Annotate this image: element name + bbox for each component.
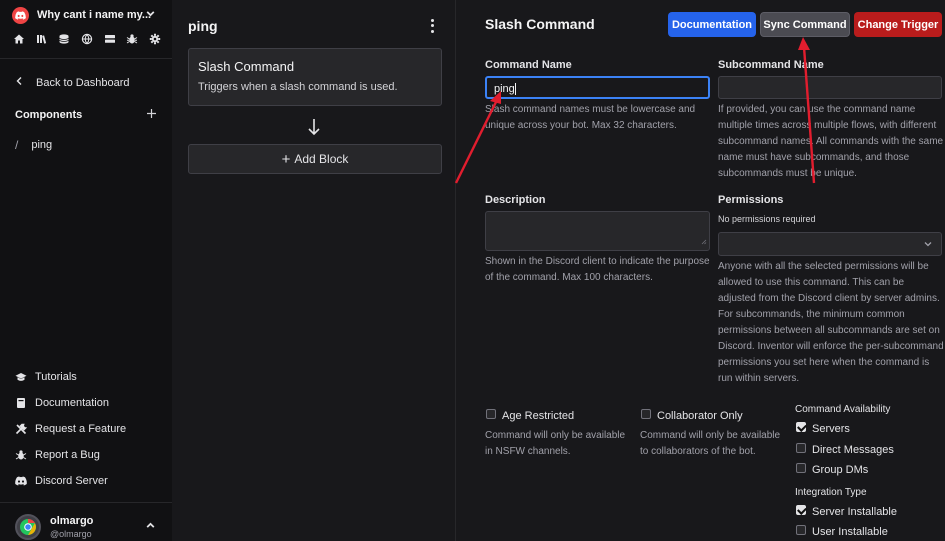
back-to-dashboard-link[interactable]: Back to Dashboard <box>15 76 130 89</box>
chevron-down-icon <box>923 239 933 252</box>
slash-command-icon: / <box>15 138 19 152</box>
globe-icon[interactable] <box>80 32 94 46</box>
report-bug-link[interactable]: Report a Bug <box>15 442 126 468</box>
graduation-cap-icon <box>15 371 27 383</box>
arrow-down-icon <box>307 118 321 139</box>
user-text: olmargo @olmargo <box>50 515 93 539</box>
tutorials-link[interactable]: Tutorials <box>15 364 126 390</box>
server-installable-label: Server Installable <box>812 506 897 518</box>
user-installable-label: User Installable <box>812 526 888 538</box>
subcommand-name-label: Subcommand Name <box>718 59 824 71</box>
page-title: Slash Command <box>485 16 595 32</box>
permissions-select[interactable] <box>718 232 942 256</box>
collaborator-only-checkbox[interactable] <box>641 409 651 419</box>
avatar <box>15 514 41 540</box>
command-availability-label: Command Availability <box>795 404 891 415</box>
subcommand-name-input[interactable] <box>718 76 942 99</box>
database-icon[interactable] <box>57 32 71 46</box>
bug-icon[interactable] <box>125 32 139 46</box>
collaborator-only-label: Collaborator Only <box>657 410 743 422</box>
request-feature-label: Request a Feature <box>35 423 127 435</box>
documentation-link[interactable]: Documentation <box>15 390 126 416</box>
command-name-input[interactable]: ping <box>485 76 710 99</box>
trigger-card[interactable]: Slash Command Triggers when a slash comm… <box>188 48 442 106</box>
discord-server-link[interactable]: Discord Server <box>15 468 126 494</box>
sidebar-bottom-links: Tutorials Documentation Request a Featur… <box>15 364 126 494</box>
server-name: Why cant i name my... <box>37 9 152 21</box>
age-restricted-help: Command will only be available in NSFW c… <box>485 430 626 457</box>
components-header: Components <box>15 108 157 122</box>
description-textarea[interactable] <box>485 211 710 251</box>
trigger-title: Slash Command <box>198 59 295 74</box>
add-component-plus-icon[interactable] <box>146 108 157 122</box>
chevron-left-icon <box>15 76 23 89</box>
chevron-down-icon <box>145 8 156 22</box>
book-icon <box>15 397 27 409</box>
documentation-label: Documentation <box>35 397 109 409</box>
description-help: Shown in the Discord client to indicate … <box>485 256 710 283</box>
group-dms-checkbox[interactable] <box>796 463 806 473</box>
tutorials-label: Tutorials <box>35 371 77 383</box>
age-restricted-label: Age Restricted <box>502 410 575 422</box>
resize-handle-icon[interactable] <box>701 236 707 248</box>
flow-panel: ping Slash Command Triggers when a slash… <box>172 0 456 541</box>
permissions-selected: No permissions required <box>718 214 816 224</box>
gear-icon[interactable] <box>148 32 162 46</box>
trigger-settings: Slash Command Documentation Sync Command… <box>456 0 945 541</box>
discord-server-label: Discord Server <box>35 475 108 487</box>
server-icon[interactable] <box>103 32 117 46</box>
sidebar: Why cant i name my... Back to Dashboard … <box>0 0 172 541</box>
user-divider <box>0 502 172 503</box>
sync-command-button[interactable]: Sync Command <box>760 12 850 37</box>
integration-type-label: Integration Type <box>795 487 867 498</box>
direct-messages-label: Direct Messages <box>812 444 894 456</box>
plus-icon: + <box>281 150 291 168</box>
back-to-dashboard-label: Back to Dashboard <box>36 76 130 89</box>
server-logo-icon <box>12 6 29 24</box>
collaborator-only-help: Command will only be available to collab… <box>640 430 781 457</box>
discord-icon <box>15 475 27 487</box>
add-block-label: Add Block <box>294 152 349 166</box>
library-icon[interactable] <box>35 32 49 46</box>
permissions-label: Permissions <box>718 194 784 206</box>
flow-title: ping <box>188 18 218 34</box>
servers-label: Servers <box>812 423 850 435</box>
command-name-label: Command Name <box>485 59 572 71</box>
description-label: Description <box>485 194 546 206</box>
user-handle: @olmargo <box>50 529 92 539</box>
age-restricted-checkbox[interactable] <box>486 409 496 419</box>
home-icon[interactable] <box>12 32 26 46</box>
tools-icon <box>15 423 27 435</box>
command-name-value: ping <box>494 83 516 96</box>
permissions-help: Anyone with all the selected permissions… <box>718 261 944 384</box>
group-dms-label: Group DMs <box>812 464 869 476</box>
documentation-button[interactable]: Documentation <box>668 12 756 37</box>
subcommand-name-help: If provided, you can use the command nam… <box>718 104 944 179</box>
server-installable-checkbox[interactable] <box>796 505 806 515</box>
trigger-description: Triggers when a slash command is used. <box>198 81 398 93</box>
sidebar-item-label: ping <box>31 139 53 151</box>
sidebar-toolbar <box>12 32 162 48</box>
user-menu[interactable]: olmargo @olmargo <box>15 514 160 540</box>
sidebar-divider <box>0 58 172 59</box>
server-switcher[interactable]: Why cant i name my... <box>12 6 162 24</box>
user-installable-checkbox[interactable] <box>796 525 806 535</box>
user-name: olmargo <box>50 515 94 527</box>
direct-messages-checkbox[interactable] <box>796 443 806 453</box>
change-trigger-button[interactable]: Change Trigger <box>854 12 942 37</box>
chevron-up-icon <box>145 520 156 534</box>
bug-icon <box>15 449 27 461</box>
servers-checkbox[interactable] <box>796 422 806 432</box>
sidebar-item-ping[interactable]: / ping <box>15 138 52 152</box>
more-options-icon[interactable] <box>426 18 438 34</box>
add-block-button[interactable]: + Add Block <box>188 144 442 174</box>
command-name-help: Slash command names must be lowercase an… <box>485 104 696 131</box>
report-bug-label: Report a Bug <box>35 449 100 461</box>
request-feature-link[interactable]: Request a Feature <box>15 416 126 442</box>
components-title: Components <box>15 109 83 121</box>
